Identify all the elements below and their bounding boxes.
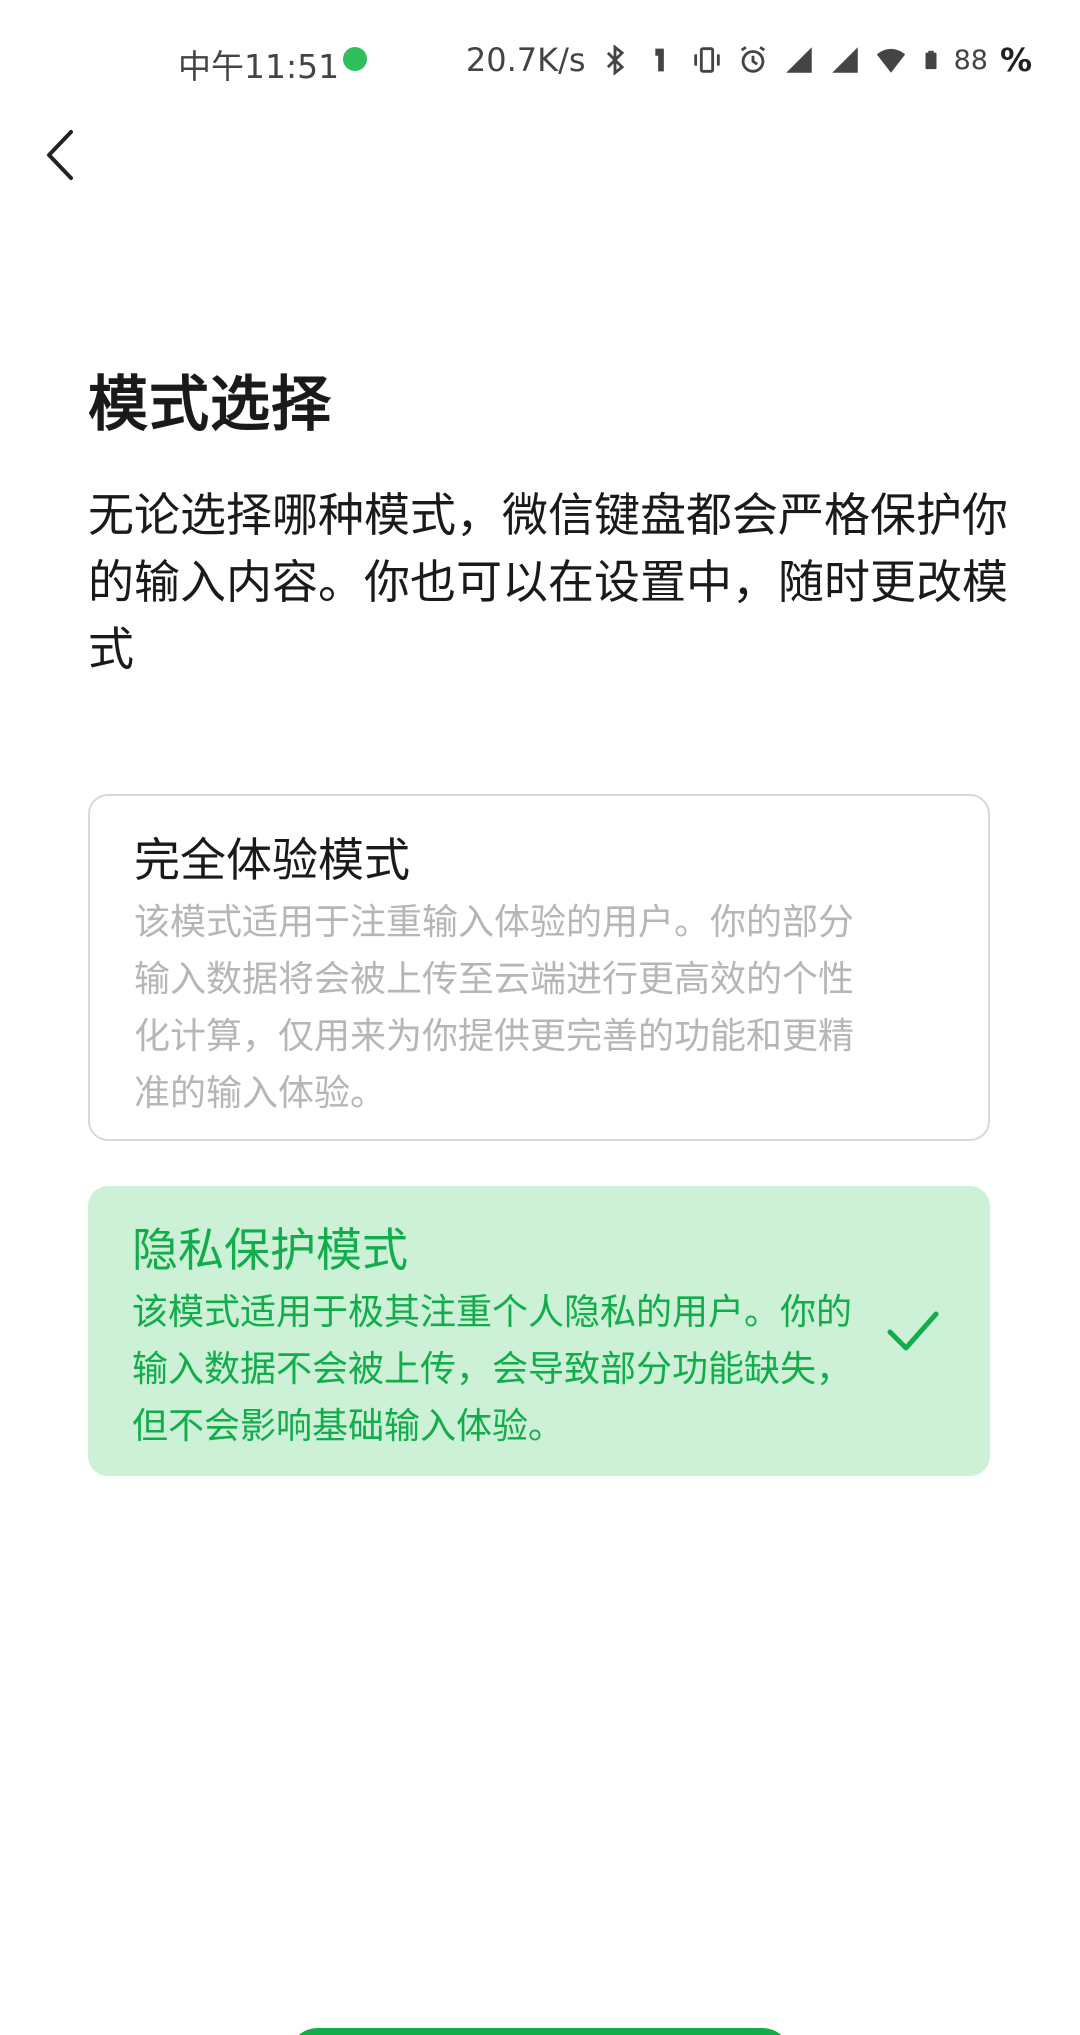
page-description: 无论选择哪种模式，微信键盘都会严格保护你的输入内容。你也可以在设置中，随时更改模… (88, 488, 1008, 676)
back-button[interactable] (30, 120, 90, 190)
chevron-left-icon (47, 130, 73, 180)
hd-signal-icon (785, 47, 812, 73)
status-time: 中午11:51 (178, 47, 340, 86)
battery-level: 88 (953, 44, 988, 76)
signal-icon (831, 47, 858, 73)
mode-selection-page: 中午11:51 20.7K/s 88 % 模式选择 无论选择哪种模式，微信键盘都… (0, 0, 1080, 2035)
mode-card-description: 该模式适用于注重输入体验的用户。你的部分输入数据将会被上传至云端进行更高效的个性… (134, 902, 855, 1114)
page-title: 模式选择 (88, 370, 332, 440)
battery-icon (925, 50, 937, 70)
nfc-icon (654, 48, 664, 72)
mode-card-description: 该模式适用于极其注重个人隐私的用户。你的输入数据不会被上传，会导致部分功能缺失，… (132, 1292, 853, 1447)
wechat-dot-icon (343, 47, 367, 71)
mode-card-title: 完全体验模式 (134, 833, 410, 887)
status-indicators: 20.7K/s 88 % (466, 38, 1032, 82)
network-speed: 20.7K/s (465, 41, 586, 79)
bluetooth-icon (606, 44, 624, 76)
mode-card-title: 隐私保护模式 (132, 1223, 408, 1277)
vibrate-icon (693, 47, 720, 73)
wifi-icon (876, 48, 905, 73)
full-experience-mode-card[interactable]: 完全体验模式 该模式适用于注重输入体验的用户。你的部分输入数据将会被上传至云端进… (88, 794, 990, 1141)
confirm-button[interactable] (288, 2028, 792, 2035)
alarm-icon (740, 46, 765, 73)
battery-percent-sign: % (999, 41, 1032, 79)
status-bar: 中午11:51 20.7K/s 88 % (0, 0, 1080, 120)
check-icon (887, 1311, 939, 1351)
privacy-mode-card[interactable]: 隐私保护模式 该模式适用于极其注重个人隐私的用户。你的输入数据不会被上传，会导致… (88, 1186, 990, 1476)
